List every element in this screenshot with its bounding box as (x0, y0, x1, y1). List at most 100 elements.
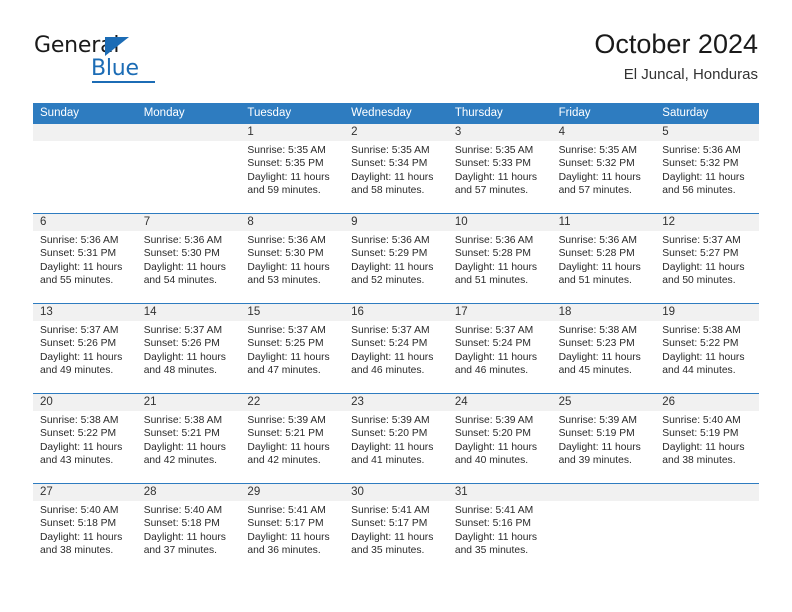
day-cell-22[interactable]: 22 Sunrise: 5:39 AM Sunset: 5:21 PM Dayligh… (240, 394, 345, 483)
daylight-text: Daylight: 11 hours and 51 minutes. (454, 261, 538, 287)
day-number: 28 (136, 484, 241, 501)
page-subtitle: El Juncal, Honduras (623, 66, 758, 83)
sunrise-text: Sunrise: 5:39 AM (454, 415, 534, 426)
sunset-text: Sunset: 5:22 PM (40, 428, 117, 440)
day-number: 20 (33, 394, 137, 411)
day-cell-11[interactable]: 11 Sunrise: 5:36 AM Sunset: 5:28 PM Dayligh… (551, 214, 656, 303)
day-cell-26[interactable]: 26 Sunrise: 5:40 AM Sunset: 5:19 PM Dayligh… (655, 394, 759, 483)
calendar-grid: Sunday Monday Tuesday Wednesday Thursday Frid… (33, 103, 759, 573)
daylight-text: Daylight: 11 hours and 38 minutes. (40, 531, 123, 557)
sunset-text: Sunset: 5:34 PM (351, 158, 428, 170)
weekday-header-tuesday: Tuesday (247, 107, 292, 119)
day-cell-24[interactable]: 24 Sunrise: 5:39 AM Sunset: 5:20 PM Dayligh… (447, 394, 552, 483)
sunrise-text: Sunrise: 5:36 AM (351, 235, 430, 246)
day-cell-17[interactable]: 17 Sunrise: 5:37 AM Sunset: 5:24 PM Dayligh… (447, 304, 552, 393)
day-cell-6[interactable]: 6 Sunrise: 5:36 AM Sunset: 5:31 PM Daylight… (33, 214, 137, 303)
sunset-text: Sunset: 5:30 PM (247, 248, 324, 260)
day-number: 27 (33, 484, 137, 501)
sunrise-text: Sunrise: 5:36 AM (247, 235, 326, 246)
sunrise-text: Sunrise: 5:36 AM (662, 145, 741, 156)
day-cell-12[interactable]: 12 Sunrise: 5:37 AM Sunset: 5:27 PM Dayligh… (655, 214, 759, 303)
day-cell-20[interactable]: 20 Sunrise: 5:38 AM Sunset: 5:22 PM Dayligh… (33, 394, 137, 483)
day-cell-empty (655, 484, 759, 573)
daylight-text: Daylight: 11 hours and 58 minutes. (351, 171, 434, 197)
day-cell-2[interactable]: 2 Sunrise: 5:35 AM Sunset: 5:34 PM Daylight… (344, 124, 448, 213)
day-cell-14[interactable]: 14 Sunrise: 5:37 AM Sunset: 5:26 PM Dayligh… (136, 304, 241, 393)
day-sun-info: Sunrise: 5:38 AM Sunset: 5:22 PM Daylight:… (33, 411, 137, 468)
day-number: 19 (655, 304, 759, 321)
day-cell-4[interactable]: 4 Sunrise: 5:35 AM Sunset: 5:32 PM Daylight… (551, 124, 656, 213)
day-cell-25[interactable]: 25 Sunrise: 5:39 AM Sunset: 5:19 PM Dayligh… (551, 394, 656, 483)
daylight-text: Daylight: 11 hours and 35 minutes. (454, 531, 538, 557)
day-cell-5[interactable]: 5 Sunrise: 5:36 AM Sunset: 5:32 PM Daylight… (655, 124, 759, 213)
day-cell-15[interactable]: 15 Sunrise: 5:37 AM Sunset: 5:25 PM Dayligh… (240, 304, 345, 393)
day-number: 15 (240, 304, 345, 321)
day-sun-info: Sunrise: 5:40 AM Sunset: 5:18 PM Daylight:… (137, 501, 241, 558)
day-sun-info: Sunrise: 5:36 AM Sunset: 5:30 PM Daylight:… (137, 231, 241, 288)
day-number: 21 (136, 394, 241, 411)
sunrise-text: Sunrise: 5:40 AM (143, 505, 223, 516)
day-cell-21[interactable]: 21 Sunrise: 5:38 AM Sunset: 5:21 PM Dayligh… (136, 394, 241, 483)
day-cell-8[interactable]: 8 Sunrise: 5:36 AM Sunset: 5:30 PM Daylight… (240, 214, 345, 303)
calendar-weeks: 1 Sunrise: 5:35 AM Sunset: 5:35 PM Daylight… (33, 124, 759, 573)
sunrise-text: Sunrise: 5:37 AM (143, 325, 223, 336)
daylight-text: Daylight: 11 hours and 48 minutes. (143, 351, 226, 377)
day-number (33, 124, 137, 141)
day-cell-16[interactable]: 16 Sunrise: 5:37 AM Sunset: 5:24 PM Dayligh… (344, 304, 448, 393)
sunset-text: Sunset: 5:24 PM (454, 338, 531, 350)
sunrise-text: Sunrise: 5:41 AM (351, 505, 430, 516)
day-number: 22 (240, 394, 345, 411)
daylight-text: Daylight: 11 hours and 42 minutes. (247, 441, 330, 467)
day-cell-10[interactable]: 10 Sunrise: 5:36 AM Sunset: 5:28 PM Dayligh… (447, 214, 552, 303)
sunrise-text: Sunrise: 5:35 AM (558, 145, 637, 156)
day-sun-info: Sunrise: 5:35 AM Sunset: 5:34 PM Daylight:… (344, 141, 448, 198)
sunset-text: Sunset: 5:18 PM (40, 518, 117, 530)
day-cell-31[interactable]: 31 Sunrise: 5:41 AM Sunset: 5:16 PM Dayligh… (447, 484, 552, 573)
daylight-text: Daylight: 11 hours and 57 minutes. (454, 171, 538, 197)
day-cell-9[interactable]: 9 Sunrise: 5:36 AM Sunset: 5:29 PM Daylight… (344, 214, 448, 303)
daylight-text: Daylight: 11 hours and 49 minutes. (40, 351, 123, 377)
sunset-text: Sunset: 5:16 PM (454, 518, 531, 530)
day-cell-23[interactable]: 23 Sunrise: 5:39 AM Sunset: 5:20 PM Dayligh… (344, 394, 448, 483)
daylight-text: Daylight: 11 hours and 43 minutes. (40, 441, 123, 467)
calendar-page: General Blue October 2024 El Juncal, Hon… (0, 0, 792, 612)
day-cell-28[interactable]: 28 Sunrise: 5:40 AM Sunset: 5:18 PM Dayligh… (136, 484, 241, 573)
sunset-text: Sunset: 5:32 PM (662, 158, 739, 170)
day-cell-19[interactable]: 19 Sunrise: 5:38 AM Sunset: 5:22 PM Dayligh… (655, 304, 759, 393)
daylight-text: Daylight: 11 hours and 44 minutes. (662, 351, 745, 377)
day-number: 8 (240, 214, 345, 231)
daylight-text: Daylight: 11 hours and 53 minutes. (247, 261, 330, 287)
day-sun-info: Sunrise: 5:39 AM Sunset: 5:21 PM Daylight:… (240, 411, 344, 468)
generalblue-logo: General Blue (34, 33, 155, 85)
day-sun-info: Sunrise: 5:35 AM Sunset: 5:35 PM Daylight:… (240, 141, 344, 198)
day-number: 26 (655, 394, 759, 411)
day-sun-info: Sunrise: 5:40 AM Sunset: 5:19 PM Daylight:… (655, 411, 759, 468)
day-cell-27[interactable]: 27 Sunrise: 5:40 AM Sunset: 5:18 PM Dayligh… (33, 484, 137, 573)
day-sun-info: Sunrise: 5:37 AM Sunset: 5:26 PM Daylight:… (137, 321, 241, 378)
sunrise-text: Sunrise: 5:41 AM (454, 505, 534, 516)
daylight-text: Daylight: 11 hours and 55 minutes. (40, 261, 123, 287)
day-sun-info: Sunrise: 5:41 AM Sunset: 5:17 PM Daylight:… (344, 501, 448, 558)
weekday-header-thursday: Thursday (454, 107, 503, 119)
sunrise-text: Sunrise: 5:36 AM (143, 235, 223, 246)
day-number: 13 (33, 304, 137, 321)
logo-underline (92, 81, 155, 83)
day-number: 23 (344, 394, 448, 411)
day-cell-13[interactable]: 13 Sunrise: 5:37 AM Sunset: 5:26 PM Dayligh… (33, 304, 137, 393)
day-sun-info: Sunrise: 5:38 AM Sunset: 5:22 PM Daylight:… (655, 321, 759, 378)
daylight-text: Daylight: 11 hours and 54 minutes. (143, 261, 226, 287)
day-cell-3[interactable]: 3 Sunrise: 5:35 AM Sunset: 5:33 PM Daylight… (447, 124, 552, 213)
day-cell-empty (136, 124, 241, 213)
day-cell-18[interactable]: 18 Sunrise: 5:38 AM Sunset: 5:23 PM Dayligh… (551, 304, 656, 393)
day-cell-29[interactable]: 29 Sunrise: 5:41 AM Sunset: 5:17 PM Dayligh… (240, 484, 345, 573)
daylight-text: Daylight: 11 hours and 42 minutes. (143, 441, 226, 467)
day-cell-7[interactable]: 7 Sunrise: 5:36 AM Sunset: 5:30 PM Daylight… (136, 214, 241, 303)
day-cell-30[interactable]: 30 Sunrise: 5:41 AM Sunset: 5:17 PM Dayligh… (344, 484, 448, 573)
sunset-text: Sunset: 5:35 PM (247, 158, 324, 170)
day-cell-1[interactable]: 1 Sunrise: 5:35 AM Sunset: 5:35 PM Daylight… (240, 124, 345, 213)
logo-text-blue: Blue (91, 56, 139, 81)
sunrise-text: Sunrise: 5:38 AM (40, 415, 119, 426)
sunset-text: Sunset: 5:33 PM (454, 158, 531, 170)
day-sun-info: Sunrise: 5:36 AM Sunset: 5:29 PM Daylight:… (344, 231, 448, 288)
day-sun-info: Sunrise: 5:36 AM Sunset: 5:32 PM Daylight:… (655, 141, 759, 198)
